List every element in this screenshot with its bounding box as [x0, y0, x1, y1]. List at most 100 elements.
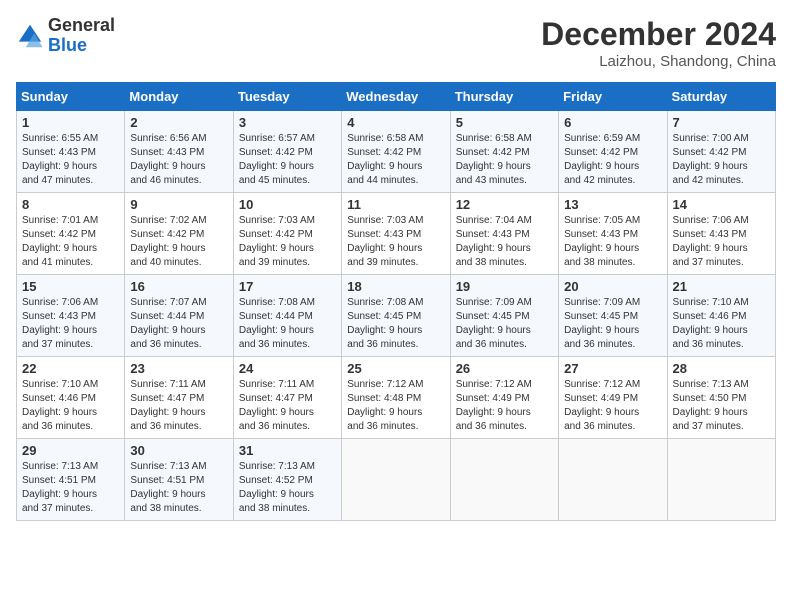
col-header-saturday: Saturday [667, 83, 775, 111]
calendar-cell [559, 439, 667, 521]
day-number: 3 [239, 115, 336, 130]
col-header-tuesday: Tuesday [233, 83, 341, 111]
day-number: 6 [564, 115, 661, 130]
cell-info: Sunrise: 6:58 AMSunset: 4:42 PMDaylight:… [456, 132, 553, 188]
cell-info: Sunrise: 7:11 AMSunset: 4:47 PMDaylight:… [239, 378, 336, 434]
day-number: 15 [22, 279, 119, 294]
month-title: December 2024 [541, 16, 776, 53]
day-number: 5 [456, 115, 553, 130]
calendar-cell [667, 439, 775, 521]
calendar-cell: 9 Sunrise: 7:02 AMSunset: 4:42 PMDayligh… [125, 193, 233, 275]
col-header-wednesday: Wednesday [342, 83, 450, 111]
calendar-cell [342, 439, 450, 521]
cell-info: Sunrise: 7:12 AMSunset: 4:48 PMDaylight:… [347, 378, 444, 434]
day-number: 22 [22, 361, 119, 376]
day-number: 20 [564, 279, 661, 294]
calendar-cell: 4 Sunrise: 6:58 AMSunset: 4:42 PMDayligh… [342, 111, 450, 193]
day-number: 18 [347, 279, 444, 294]
calendar-cell: 3 Sunrise: 6:57 AMSunset: 4:42 PMDayligh… [233, 111, 341, 193]
calendar-cell: 15 Sunrise: 7:06 AMSunset: 4:43 PMDaylig… [17, 275, 125, 357]
logo-line2: Blue [48, 36, 115, 56]
week-row-5: 29 Sunrise: 7:13 AMSunset: 4:51 PMDaylig… [17, 439, 776, 521]
calendar-cell: 10 Sunrise: 7:03 AMSunset: 4:42 PMDaylig… [233, 193, 341, 275]
cell-info: Sunrise: 7:08 AMSunset: 4:45 PMDaylight:… [347, 296, 444, 352]
day-number: 21 [673, 279, 770, 294]
calendar-cell: 23 Sunrise: 7:11 AMSunset: 4:47 PMDaylig… [125, 357, 233, 439]
calendar-cell: 29 Sunrise: 7:13 AMSunset: 4:51 PMDaylig… [17, 439, 125, 521]
day-number: 31 [239, 443, 336, 458]
cell-info: Sunrise: 7:02 AMSunset: 4:42 PMDaylight:… [130, 214, 227, 270]
cell-info: Sunrise: 7:05 AMSunset: 4:43 PMDaylight:… [564, 214, 661, 270]
cell-info: Sunrise: 7:06 AMSunset: 4:43 PMDaylight:… [673, 214, 770, 270]
calendar-cell: 1 Sunrise: 6:55 AMSunset: 4:43 PMDayligh… [17, 111, 125, 193]
title-block: December 2024 Laizhou, Shandong, China [541, 16, 776, 70]
cell-info: Sunrise: 7:13 AMSunset: 4:52 PMDaylight:… [239, 460, 336, 516]
cell-info: Sunrise: 7:04 AMSunset: 4:43 PMDaylight:… [456, 214, 553, 270]
cell-info: Sunrise: 7:13 AMSunset: 4:51 PMDaylight:… [130, 460, 227, 516]
day-number: 11 [347, 197, 444, 212]
logo-line1: General [48, 16, 115, 36]
week-row-3: 15 Sunrise: 7:06 AMSunset: 4:43 PMDaylig… [17, 275, 776, 357]
cell-info: Sunrise: 7:08 AMSunset: 4:44 PMDaylight:… [239, 296, 336, 352]
cell-info: Sunrise: 6:58 AMSunset: 4:42 PMDaylight:… [347, 132, 444, 188]
cell-info: Sunrise: 7:09 AMSunset: 4:45 PMDaylight:… [564, 296, 661, 352]
cell-info: Sunrise: 7:07 AMSunset: 4:44 PMDaylight:… [130, 296, 227, 352]
location: Laizhou, Shandong, China [541, 53, 776, 70]
day-number: 28 [673, 361, 770, 376]
calendar-cell: 14 Sunrise: 7:06 AMSunset: 4:43 PMDaylig… [667, 193, 775, 275]
page-header: General Blue December 2024 Laizhou, Shan… [16, 16, 776, 70]
day-number: 27 [564, 361, 661, 376]
calendar-cell: 20 Sunrise: 7:09 AMSunset: 4:45 PMDaylig… [559, 275, 667, 357]
calendar-cell [450, 439, 558, 521]
day-number: 4 [347, 115, 444, 130]
week-row-2: 8 Sunrise: 7:01 AMSunset: 4:42 PMDayligh… [17, 193, 776, 275]
day-number: 12 [456, 197, 553, 212]
day-number: 9 [130, 197, 227, 212]
day-number: 29 [22, 443, 119, 458]
cell-info: Sunrise: 7:13 AMSunset: 4:51 PMDaylight:… [22, 460, 119, 516]
calendar-cell: 26 Sunrise: 7:12 AMSunset: 4:49 PMDaylig… [450, 357, 558, 439]
cell-info: Sunrise: 7:03 AMSunset: 4:43 PMDaylight:… [347, 214, 444, 270]
day-number: 26 [456, 361, 553, 376]
calendar-table: SundayMondayTuesdayWednesdayThursdayFrid… [16, 82, 776, 521]
calendar-cell: 16 Sunrise: 7:07 AMSunset: 4:44 PMDaylig… [125, 275, 233, 357]
day-number: 1 [22, 115, 119, 130]
calendar-cell: 21 Sunrise: 7:10 AMSunset: 4:46 PMDaylig… [667, 275, 775, 357]
calendar-cell: 17 Sunrise: 7:08 AMSunset: 4:44 PMDaylig… [233, 275, 341, 357]
cell-info: Sunrise: 7:00 AMSunset: 4:42 PMDaylight:… [673, 132, 770, 188]
calendar-cell: 7 Sunrise: 7:00 AMSunset: 4:42 PMDayligh… [667, 111, 775, 193]
cell-info: Sunrise: 7:11 AMSunset: 4:47 PMDaylight:… [130, 378, 227, 434]
calendar-cell: 5 Sunrise: 6:58 AMSunset: 4:42 PMDayligh… [450, 111, 558, 193]
day-number: 16 [130, 279, 227, 294]
cell-info: Sunrise: 7:09 AMSunset: 4:45 PMDaylight:… [456, 296, 553, 352]
cell-info: Sunrise: 7:10 AMSunset: 4:46 PMDaylight:… [22, 378, 119, 434]
day-number: 17 [239, 279, 336, 294]
week-row-4: 22 Sunrise: 7:10 AMSunset: 4:46 PMDaylig… [17, 357, 776, 439]
col-header-thursday: Thursday [450, 83, 558, 111]
cell-info: Sunrise: 6:57 AMSunset: 4:42 PMDaylight:… [239, 132, 336, 188]
day-number: 2 [130, 115, 227, 130]
calendar-cell: 13 Sunrise: 7:05 AMSunset: 4:43 PMDaylig… [559, 193, 667, 275]
calendar-cell: 31 Sunrise: 7:13 AMSunset: 4:52 PMDaylig… [233, 439, 341, 521]
col-header-friday: Friday [559, 83, 667, 111]
calendar-cell: 2 Sunrise: 6:56 AMSunset: 4:43 PMDayligh… [125, 111, 233, 193]
day-number: 10 [239, 197, 336, 212]
day-number: 7 [673, 115, 770, 130]
calendar-cell: 12 Sunrise: 7:04 AMSunset: 4:43 PMDaylig… [450, 193, 558, 275]
day-number: 30 [130, 443, 227, 458]
day-number: 23 [130, 361, 227, 376]
cell-info: Sunrise: 7:06 AMSunset: 4:43 PMDaylight:… [22, 296, 119, 352]
cell-info: Sunrise: 7:03 AMSunset: 4:42 PMDaylight:… [239, 214, 336, 270]
cell-info: Sunrise: 7:10 AMSunset: 4:46 PMDaylight:… [673, 296, 770, 352]
week-row-1: 1 Sunrise: 6:55 AMSunset: 4:43 PMDayligh… [17, 111, 776, 193]
calendar-cell: 11 Sunrise: 7:03 AMSunset: 4:43 PMDaylig… [342, 193, 450, 275]
calendar-cell: 22 Sunrise: 7:10 AMSunset: 4:46 PMDaylig… [17, 357, 125, 439]
calendar-cell: 6 Sunrise: 6:59 AMSunset: 4:42 PMDayligh… [559, 111, 667, 193]
day-number: 25 [347, 361, 444, 376]
cell-info: Sunrise: 7:01 AMSunset: 4:42 PMDaylight:… [22, 214, 119, 270]
calendar-cell: 25 Sunrise: 7:12 AMSunset: 4:48 PMDaylig… [342, 357, 450, 439]
header-row: SundayMondayTuesdayWednesdayThursdayFrid… [17, 83, 776, 111]
day-number: 13 [564, 197, 661, 212]
col-header-monday: Monday [125, 83, 233, 111]
col-header-sunday: Sunday [17, 83, 125, 111]
